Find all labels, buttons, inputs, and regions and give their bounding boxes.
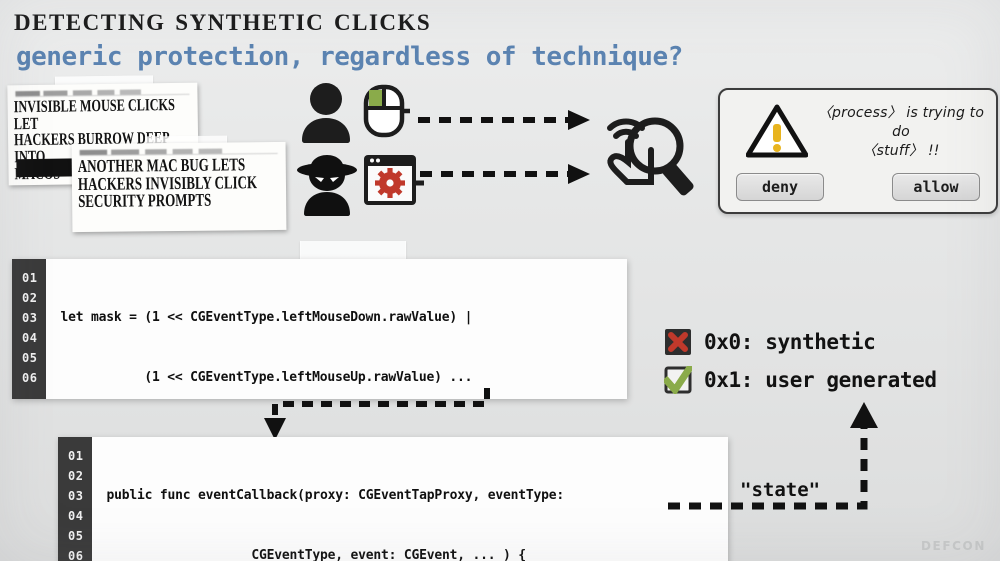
page-title: Detecting Synthetic Clicks <box>14 2 432 38</box>
line-number: 04 <box>22 331 38 345</box>
news-clipping-2: ANOTHER MAC BUG LETS HACKERS INVISIBLY C… <box>71 141 287 233</box>
allow-button[interactable]: allow <box>892 173 980 201</box>
app-window-gear-icon <box>362 152 424 212</box>
legend-label-user-generated: 0x1: user generated <box>704 368 937 392</box>
line-number: 05 <box>68 529 84 543</box>
code-gutter-2: 01 02 03 04 05 06 <box>58 437 93 561</box>
hacker-silhouette-icon <box>296 148 358 216</box>
line-number: 06 <box>68 549 84 561</box>
line-number: 01 <box>68 449 84 463</box>
tape-strip-3 <box>300 241 406 259</box>
line-number: 04 <box>68 509 84 523</box>
green-check-checkbox-icon <box>664 366 692 394</box>
line-number: 02 <box>68 469 84 483</box>
flow-arrow-user-to-detector <box>418 110 590 130</box>
legend-row-synthetic: 0x0: synthetic <box>664 328 876 356</box>
user-silhouette-icon <box>298 82 354 144</box>
flow-arrow-state <box>668 402 878 510</box>
code-line: public func eventCallback(proxy: CGEvent… <box>106 488 565 503</box>
line-number: 05 <box>22 351 38 365</box>
code-gutter-1: 01 02 03 04 05 06 <box>12 259 47 399</box>
code-line: let mask = (1 << CGEventType.leftMouseDo… <box>60 310 473 325</box>
line-number: 02 <box>22 291 38 305</box>
legend-label-synthetic: 0x0: synthetic <box>704 330 876 354</box>
slide-canvas: Detecting Synthetic Clicks generic prote… <box>0 0 1000 561</box>
legend-row-user-generated: 0x1: user generated <box>664 366 937 394</box>
code-body-2: public func eventCallback(proxy: CGEvent… <box>92 437 728 561</box>
line-number: 01 <box>22 271 38 285</box>
warning-triangle-icon <box>746 104 808 158</box>
deny-button[interactable]: deny <box>736 173 824 201</box>
page-subtitle: generic protection, regardless of techni… <box>16 42 683 72</box>
dialog-message-line2: 〈stuff〉 !! <box>862 142 940 159</box>
code-block-event-tap: 01 02 03 04 05 06 let mask = (1 << CGEve… <box>12 259 627 399</box>
defcon-watermark: DEFCON <box>920 539 986 553</box>
magnifier-over-click-icon <box>598 104 704 198</box>
clipping-headline-2: ANOTHER MAC BUG LETS HACKERS INVISIBLY C… <box>77 154 258 212</box>
line-number: 06 <box>22 371 38 385</box>
code-line: (1 << CGEventType.leftMouseUp.rawValue) … <box>60 370 473 385</box>
dialog-message: 〈process〉 is trying to do 〈stuff〉 !! <box>812 104 990 161</box>
line-number: 03 <box>68 489 84 503</box>
line-number: 03 <box>22 311 38 325</box>
red-x-checkbox-icon <box>665 329 691 355</box>
code-body-1: let mask = (1 << CGEventType.leftMouseDo… <box>46 259 627 399</box>
flow-arrow-hacker-to-detector <box>420 164 590 184</box>
dialog-message-line1: 〈process〉 is trying to do <box>817 105 985 140</box>
code-line: CGEventType, event: CGEvent, ... ) { <box>106 548 526 561</box>
security-alert-dialog: 〈process〉 is trying to do 〈stuff〉 !! den… <box>718 88 998 214</box>
code-block-event-callback: 01 02 03 04 05 06 public func eventCallb… <box>58 437 728 561</box>
computer-mouse-icon <box>362 84 410 138</box>
state-annotation-label: "state" <box>740 479 821 501</box>
